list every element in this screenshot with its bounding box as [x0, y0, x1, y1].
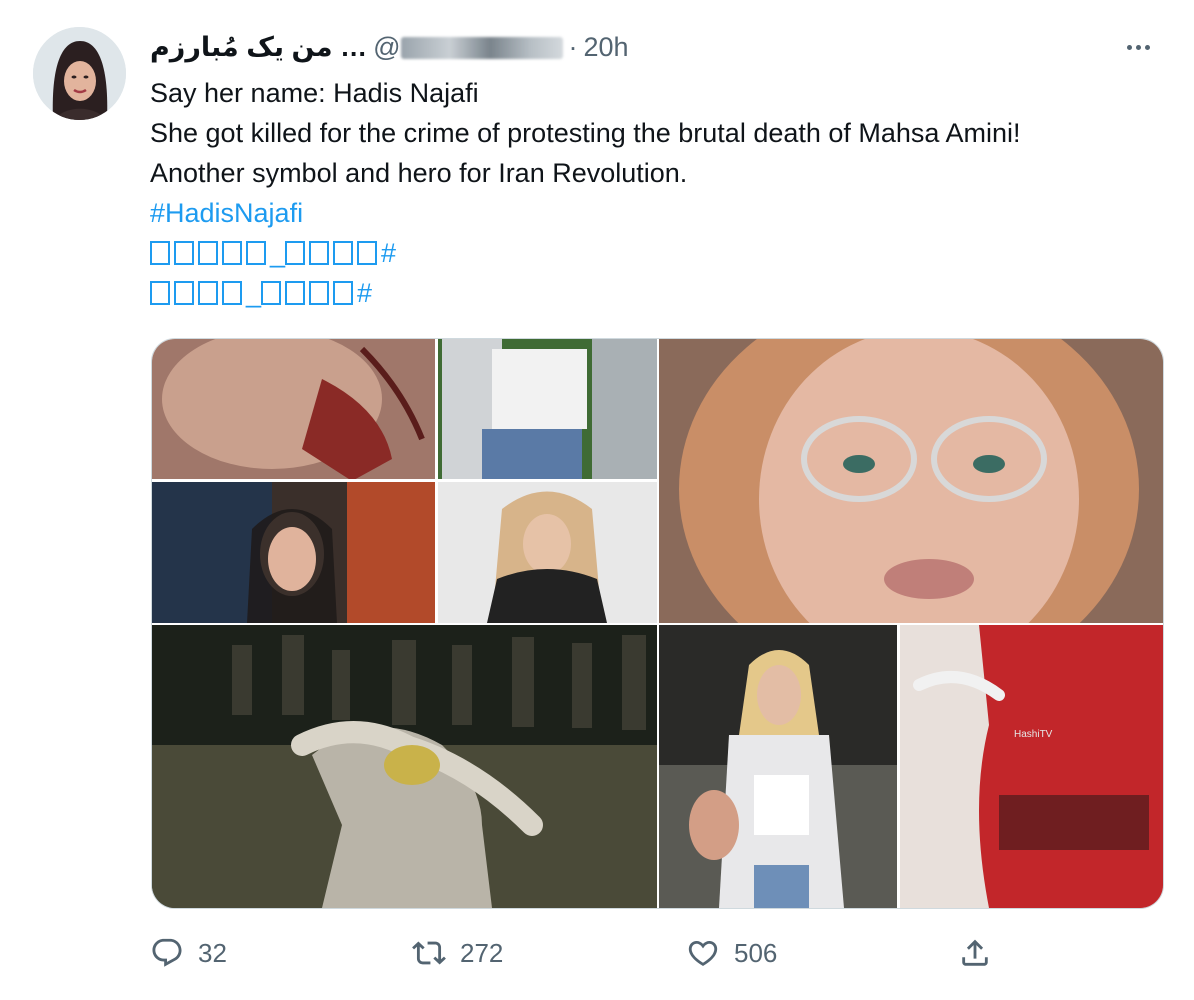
- retweet-icon: [412, 941, 446, 965]
- reply-button[interactable]: 32: [150, 928, 227, 978]
- like-count: 506: [734, 937, 778, 968]
- avatar[interactable]: [33, 27, 126, 120]
- share-icon: [962, 939, 988, 966]
- media-watermark: HashiTV: [1014, 729, 1053, 740]
- retweet-button[interactable]: 272: [412, 928, 503, 978]
- media-image-dance[interactable]: HashiTV: [659, 625, 1163, 908]
- tweet-line-1: Say her name: Hadis Najafi: [150, 78, 479, 108]
- handle[interactable]: @: [373, 32, 563, 63]
- media-image-protest[interactable]: [152, 625, 657, 908]
- share-button[interactable]: [958, 928, 992, 978]
- reply-icon: [152, 938, 182, 967]
- handle-redacted: [400, 37, 563, 60]
- separator-dot: ·: [568, 31, 578, 62]
- like-button[interactable]: 506: [686, 928, 777, 978]
- retweet-count: 272: [460, 937, 504, 968]
- media-image-collage[interactable]: [152, 339, 657, 623]
- media-image-portrait[interactable]: [659, 339, 1163, 623]
- tweet-actions: 32 272 506: [150, 928, 1010, 978]
- media-grid[interactable]: HashiTV: [151, 338, 1164, 909]
- display-name[interactable]: من یک مُبارزم …: [150, 32, 367, 63]
- heart-icon: [688, 940, 718, 966]
- media-divider-horizontal: [152, 623, 1163, 625]
- hashtag-rtl-2[interactable]: _ #: [150, 273, 1160, 313]
- timestamp[interactable]: 20h: [584, 32, 629, 63]
- tweet[interactable]: من یک مُبارزم … @ · 20h Say her name: Ha…: [0, 0, 1194, 1000]
- hashtag-hadisnajafi[interactable]: #HadisNajafi: [150, 193, 1160, 233]
- tweet-text: Say her name: Hadis Najafi She got kille…: [150, 73, 1160, 313]
- tweet-line-3: Another symbol and hero for Iran Revolut…: [150, 158, 688, 188]
- more-horizontal-icon[interactable]: [1116, 30, 1160, 64]
- tweet-header: من یک مُبارزم … @ · 20h: [150, 30, 629, 64]
- hashtag-rtl-1[interactable]: _ #: [150, 233, 1160, 273]
- reply-count: 32: [198, 937, 227, 968]
- tweet-line-2: She got killed for the crime of protesti…: [150, 118, 1021, 148]
